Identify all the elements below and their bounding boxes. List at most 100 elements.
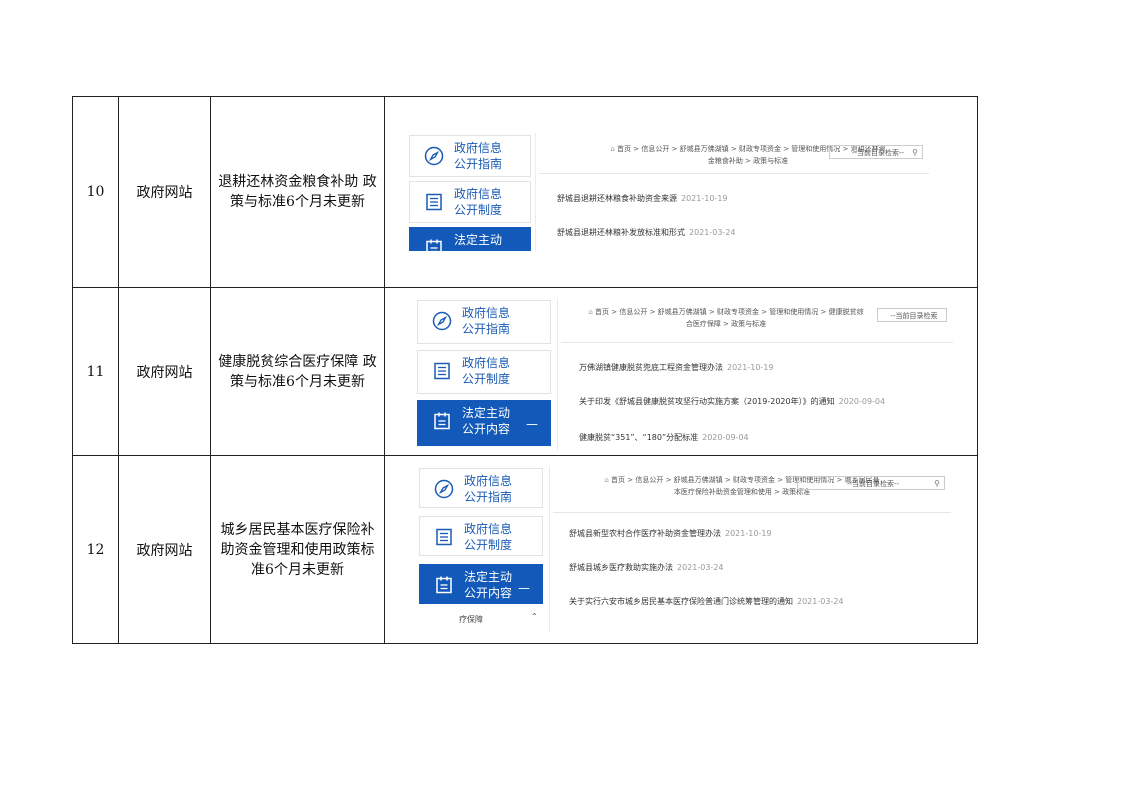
search-icon[interactable]: ⚲ [934,477,940,491]
item-title[interactable]: 关于实行六安市城乡居民基本医疗保险普通门诊统筹管理的通知 [569,597,793,606]
column-divider [549,466,550,632]
search-input[interactable]: --当前目录检索-- ⚲ [829,145,923,159]
search-input[interactable]: --当前目录检索-- ⚲ [797,476,945,490]
calendar-icon [434,575,454,595]
issue-table: 10 政府网站 退耕还林资金粮食补助 政 策与标准6个月未更新 政府信息 公开指南… [72,96,978,644]
nav-card-label: 政府信息 公开制度 [454,187,503,217]
nav-card-label: 政府信息 公开指南 [454,141,503,171]
nav-card-1[interactable]: 政府信息 公开指南 [417,300,551,344]
item-date: 2021-10-19 [727,363,774,372]
nav-card-label: 政府信息 公开指南 [462,306,511,336]
list-item[interactable]: 舒城县城乡医疗救助实施办法 2021-03-24 [569,562,724,573]
row-type: 政府网站 [118,287,211,456]
item-date: 2020-09-04 [702,433,749,442]
item-title[interactable]: 万佛湖镇健康脱贫兜底工程资金管理办法 [579,363,723,372]
row-type: 政府网站 [118,455,211,644]
list-item[interactable]: 舒城县退耕还林粮食补助资金来源 2021-10-19 [557,193,728,204]
nav-card-label: 法定主动 公开内容 [464,570,513,600]
nav-card-1[interactable]: 政府信息 公开指南 [419,468,543,508]
nav-card-3[interactable]: 法定主动 公开内容 — [419,564,543,604]
nav-card-label: 政府信息 公开制度 [464,522,513,552]
content-panel: ⌂ 首页 > 信息公开 > 舒城县万佛湖镇 > 财政专项资金 > 管理和使用情况… [561,298,953,450]
screenshot-cell: 政府信息 公开指南 政府信息 公开制度 法定主动 公开内容 — 疗保障 ⌃ ⌂ 首页 > 信息公开… [384,455,978,644]
nav-card-2[interactable]: 政府信息 公开制度 [409,181,531,223]
list-item[interactable]: 关于实行六安市城乡居民基本医疗保险普通门诊统筹管理的通知 2021-03-24 [569,596,844,607]
item-date: 2021-03-24 [689,228,736,237]
list-item[interactable]: 舒城县新型农村合作医疗补助资金管理办法 2021-10-19 [569,528,772,539]
document-list-icon [424,192,444,212]
item-title[interactable]: 舒城县退耕还林粮补发放标准和形式 [557,228,685,237]
collapse-icon: — [518,581,530,595]
item-date: 2021-10-19 [725,529,772,538]
row-number: 12 [72,455,119,644]
column-divider [535,133,536,251]
collapse-icon: — [526,417,538,431]
chevron-up-icon[interactable]: ⌃ [531,612,538,621]
calendar-icon [424,238,444,251]
item-date: 2020-09-04 [838,397,886,406]
desc-line: 城乡居民基本医疗保险补 [220,521,375,538]
row-description: 退耕还林资金粮食补助 政 策与标准6个月未更新 [210,96,385,288]
home-icon: ⌂ [610,145,615,153]
item-title[interactable]: 舒城县新型农村合作医疗补助资金管理办法 [569,529,721,538]
row-number: 10 [72,96,119,288]
website-screenshot: 政府信息 公开指南 政府信息 公开制度 法定主动 公开内容 — ⌂ 首页 > 信息公开 > 舒… [417,298,953,450]
list-item[interactable]: 万佛湖镇健康脱贫兜底工程资金管理办法 2021-10-19 [579,362,774,373]
row-type: 政府网站 [118,96,211,288]
website-screenshot: 政府信息 公开指南 政府信息 公开制度 法定主动 公开内容 — 疗保障 ⌃ ⌂ 首页 > 信息公开… [419,466,951,632]
nav-card-label: 法定主动 公开内容 [462,406,511,436]
row-description: 健康脱贫综合医疗保障 政 策与标准6个月未更新 [210,287,385,456]
table-row: 11 政府网站 健康脱贫综合医疗保障 政 策与标准6个月未更新 政府信息 公开指南… [72,287,978,456]
nav-card-2[interactable]: 政府信息 公开制度 [417,350,551,394]
item-title[interactable]: 健康脱贫“351”、“180”分配标准 [579,433,698,442]
item-date: 2021-03-24 [677,563,724,572]
search-input[interactable]: --当前目录检索 [877,308,947,322]
item-title[interactable]: 关于印发《舒城县健康脱贫攻坚行动实施方案（2019-2020年）》的通知 [579,397,835,406]
desc-line: 助资金管理和使用政策标 [220,541,375,558]
list-item[interactable]: 关于印发《舒城县健康脱贫攻坚行动实施方案（2019-2020年）》的通知 2020… [579,396,885,407]
nav-card-label: 政府信息 公开指南 [464,474,513,504]
home-icon: ⌂ [588,308,593,316]
nav-card-3[interactable]: 法定主动 公开内容 — [417,400,551,446]
nav-card-3[interactable]: 法定主动 — [409,227,531,251]
desc-line: 退耕还林资金粮食补助 政 [218,174,377,190]
screenshot-cell: 政府信息 公开指南 政府信息 公开制度法定主动 — ⌂ 首页 > 信息公开 > 舒城县万佛… [384,96,978,288]
desc-line: 策与标准6个月未更新 [230,194,365,210]
row-number: 11 [72,287,119,456]
compass-icon [424,146,444,166]
sub-nav-item[interactable]: 疗保障 [459,614,483,625]
website-screenshot: 政府信息 公开指南 政府信息 公开制度法定主动 — ⌂ 首页 > 信息公开 > 舒城县万佛… [409,133,929,251]
item-title[interactable]: 舒城县城乡医疗救助实施办法 [569,563,673,572]
nav-card-1[interactable]: 政府信息 公开指南 [409,135,531,177]
screenshot-cell: 政府信息 公开指南 政府信息 公开制度 法定主动 公开内容 — ⌂ 首页 > 信息公开 > 舒… [384,287,978,456]
table-row: 10 政府网站 退耕还林资金粮食补助 政 策与标准6个月未更新 政府信息 公开指南… [72,96,978,288]
divider [539,173,929,174]
desc-line: 准6个月未更新 [251,561,344,578]
nav-card-label: 法定主动 [454,233,503,247]
item-date: 2021-03-24 [797,597,844,606]
list-item[interactable]: 舒城县退耕还林粮补发放标准和形式 2021-03-24 [557,227,736,238]
document-list-icon [434,527,454,547]
desc-line: 健康脱贫综合医疗保障 政 [218,353,377,370]
table-row: 12 政府网站 城乡居民基本医疗保险补 助资金管理和使用政策标 准6个月未更新 … [72,455,978,644]
content-panel: ⌂ 首页 > 信息公开 > 舒城县万佛湖镇 > 财政专项资金 > 管理和使用情况… [539,133,929,251]
divider [561,342,953,343]
search-icon[interactable]: ⚲ [912,146,918,160]
home-icon: ⌂ [604,476,609,484]
desc-line: 策与标准6个月未更新 [230,373,365,390]
document-list-icon [432,361,452,381]
content-panel: ⌂ 首页 > 信息公开 > 舒城县万佛湖镇 > 财政专项资金 > 管理和使用情况… [553,466,951,632]
list-item[interactable]: 健康脱贫“351”、“180”分配标准 2020-09-04 [579,432,749,443]
nav-card-label: 政府信息 公开制度 [462,356,511,386]
divider [553,512,951,513]
calendar-icon [432,411,452,431]
compass-icon [432,311,452,331]
compass-icon [434,479,454,499]
collapse-icon: — [506,244,518,251]
item-date: 2021-10-19 [681,194,728,203]
nav-card-2[interactable]: 政府信息 公开制度 [419,516,543,556]
row-description: 城乡居民基本医疗保险补 助资金管理和使用政策标 准6个月未更新 [210,455,385,644]
breadcrumb: ⌂ 首页 > 信息公开 > 舒城县万佛湖镇 > 财政专项资金 > 管理和使用情况… [588,308,864,328]
item-title[interactable]: 舒城县退耕还林粮食补助资金来源 [557,194,677,203]
column-divider [557,298,558,450]
